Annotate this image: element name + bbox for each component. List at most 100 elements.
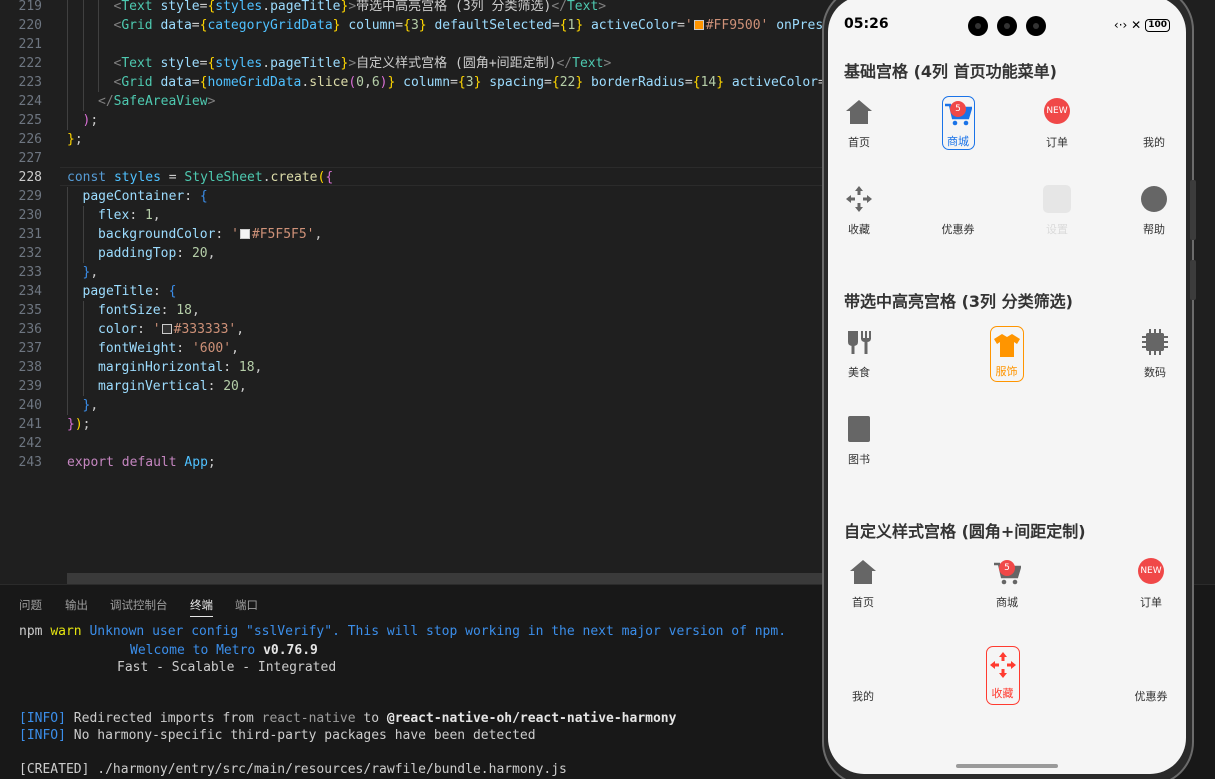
grid-item-cart[interactable]: 5 商城 <box>977 558 1037 628</box>
grid-item-cart[interactable]: 5 商城 <box>942 96 975 150</box>
indent-guide <box>67 358 68 377</box>
tab-ports[interactable]: 端口 <box>235 597 258 613</box>
grid-item-none[interactable]: 我的 <box>1124 98 1184 168</box>
grid-item-book[interactable]: 图书 <box>829 415 889 485</box>
terminal-line: npm warn Unknown user config "sslVerify"… <box>19 624 787 639</box>
indent-guide <box>98 0 99 16</box>
grid-item-label: 数码 <box>1144 366 1166 379</box>
grid-item-none[interactable]: 我的 <box>833 652 893 722</box>
indent-guide <box>82 377 84 396</box>
indent-guide <box>67 225 68 244</box>
line-number: 229 <box>18 189 42 204</box>
phone-screen: 05:26 ‹·› ✕ 100 基础宫格 (4列 首页功能菜单) 带选中高亮宫格… <box>828 0 1186 774</box>
tab-output[interactable]: 输出 <box>65 597 88 613</box>
grid-item-label: 商城 <box>996 596 1018 609</box>
grid-item-label: 我的 <box>852 690 874 703</box>
line-number: 233 <box>18 265 42 280</box>
collect-icon <box>989 651 1017 679</box>
grid-item-food[interactable]: 美食 <box>829 328 889 398</box>
code-text: <Grid data={categoryGridData} column={3}… <box>113 18 831 33</box>
indent-guide <box>82 301 84 320</box>
line-number: 234 <box>18 284 42 299</box>
indent-guide <box>82 339 84 358</box>
terminal-line: [CREATED] ./harmony/entry/src/main/resou… <box>19 762 567 777</box>
empty-icon <box>944 185 972 213</box>
badge: NEW <box>1044 98 1070 124</box>
tab-debug-console[interactable]: 调试控制台 <box>110 597 168 613</box>
indent-guide <box>82 244 84 263</box>
grid-item-label: 首页 <box>848 136 870 149</box>
code-text: <Text style={styles.pageTitle}>自定义样式宫格 (… <box>113 56 612 71</box>
grid-item-collect[interactable]: 收藏 <box>986 646 1020 705</box>
indent-guide <box>82 0 84 16</box>
indent-guide <box>67 244 68 263</box>
line-number: 219 <box>18 0 42 14</box>
home-indicator[interactable] <box>956 764 1058 768</box>
indent-guide <box>67 320 68 339</box>
chip-icon <box>1141 328 1169 356</box>
signal-icon: ‹·› ✕ <box>1113 18 1142 32</box>
tab-terminal[interactable]: 终端 <box>190 597 213 617</box>
badge: 5 <box>999 560 1015 576</box>
grid-item-label: 订单 <box>1046 136 1068 149</box>
grid-item-home[interactable]: 首页 <box>833 558 893 628</box>
grid-item-label: 收藏 <box>991 687 1014 700</box>
code-text: pageTitle: { <box>82 284 177 299</box>
camera-icon <box>968 16 988 36</box>
line-number: 228 <box>18 170 42 185</box>
camera-icon <box>997 16 1017 36</box>
empty-icon <box>1137 652 1165 680</box>
settings-icon <box>1043 185 1071 213</box>
indent-guide <box>82 206 84 225</box>
grid-item-label: 订单 <box>1140 596 1162 609</box>
code-text: fontSize: 18, <box>98 303 200 318</box>
grid-item-help[interactable]: 帮助 <box>1124 185 1184 255</box>
indent-guide <box>67 0 68 16</box>
code-text: <Grid data={homeGridData.slice(0,6)} col… <box>113 75 834 90</box>
tab-problems[interactable]: 问题 <box>19 597 42 613</box>
code-text: backgroundColor: ' #F5F5F5', <box>98 227 323 242</box>
line-number: 232 <box>18 246 42 261</box>
code-text: pageContainer: { <box>82 189 208 204</box>
horizontal-scrollbar[interactable] <box>67 573 827 584</box>
grid-item-new-badge[interactable]: NEW 订单 <box>1121 558 1181 628</box>
line-number: 239 <box>18 379 42 394</box>
code-text: const styles = StyleSheet.create({ <box>67 170 334 185</box>
indent-guide <box>98 73 99 92</box>
grid-item-label: 优惠券 <box>1134 690 1168 703</box>
grid-item-new-badge[interactable]: NEW 订单 <box>1027 98 1087 168</box>
indent-guide <box>67 263 68 282</box>
grid-item-home[interactable]: 首页 <box>829 98 889 168</box>
grid-item-label: 帮助 <box>1143 223 1165 236</box>
collect-icon <box>845 185 873 213</box>
empty-icon <box>849 652 877 680</box>
line-number: 222 <box>18 56 42 71</box>
grid-item-label: 首页 <box>852 596 874 609</box>
grid-item-chip[interactable]: 数码 <box>1125 328 1185 398</box>
grid-item-collect[interactable]: 收藏 <box>829 185 889 255</box>
help-icon <box>1140 185 1168 213</box>
grid-item-label: 美食 <box>848 366 870 379</box>
line-number: 224 <box>18 94 42 109</box>
line-number: 243 <box>18 455 42 470</box>
terminal-line: Fast - Scalable - Integrated <box>117 660 337 675</box>
grid-item-settings[interactable]: 设置 <box>1027 185 1087 255</box>
code-text: export default App; <box>67 455 216 470</box>
indent-guide <box>67 301 68 320</box>
line-number: 220 <box>18 18 42 33</box>
grid-item-none[interactable]: 优惠券 <box>928 185 988 255</box>
section-title: 基础宫格 (4列 首页功能菜单) <box>844 62 1057 81</box>
indent-guide <box>98 35 99 54</box>
grid-item-shirt[interactable]: 服饰 <box>990 326 1024 382</box>
grid-item-label: 我的 <box>1143 136 1165 149</box>
terminal-line: Welcome to Metro v0.76.9 <box>130 643 318 658</box>
indent-guide <box>67 16 68 35</box>
code-text: }, <box>82 398 99 413</box>
section-title: 带选中高亮宫格 (3列 分类筛选) <box>844 292 1073 311</box>
grid-item-none[interactable]: 优惠券 <box>1121 652 1181 722</box>
indent-guide <box>67 111 68 130</box>
indent-guide <box>82 35 84 54</box>
home-icon <box>849 558 877 586</box>
line-number: 221 <box>18 37 42 52</box>
code-text: color: ' #333333', <box>98 322 245 337</box>
